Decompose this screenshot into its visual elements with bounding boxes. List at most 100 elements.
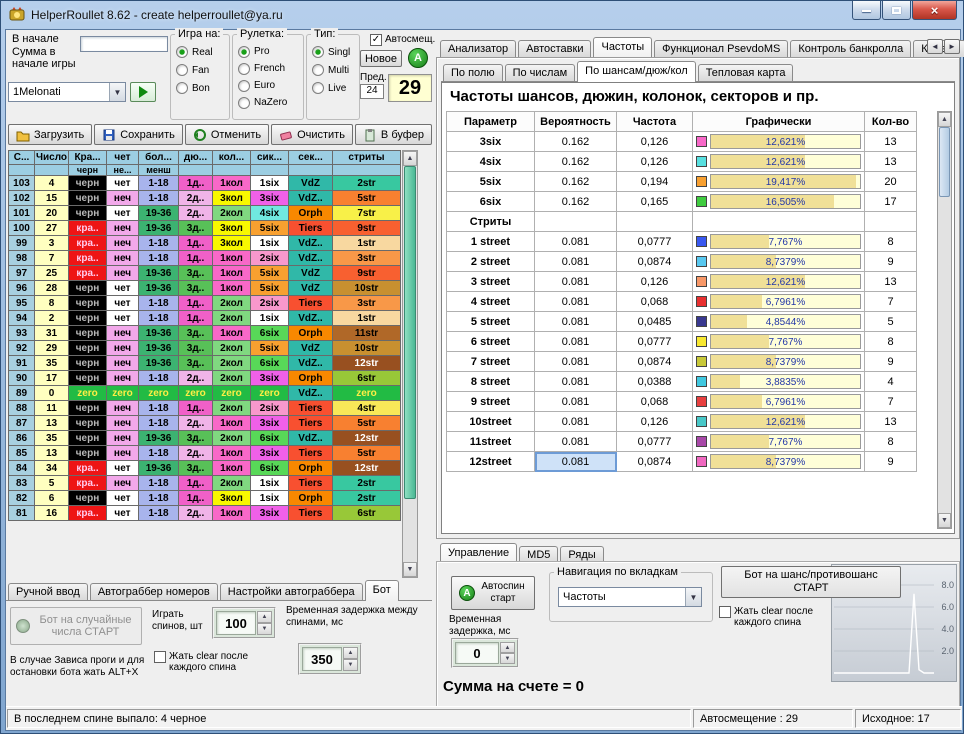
freq-prob-cell[interactable]: 0.081 (535, 352, 617, 372)
tab-контроль-банкролла[interactable]: Контроль банкролла (790, 40, 911, 57)
spins-cell: 25 (35, 266, 69, 281)
spins-cell: 1кол (213, 266, 251, 281)
scrollbar-track[interactable] (403, 166, 417, 562)
freq-prob-cell[interactable]: 0.162 (535, 172, 617, 192)
spins-row: 958чернчет1-181д..2кол2sixTiers3str (9, 296, 401, 311)
frequencies-scrollbar[interactable]: ▲ ▼ (937, 111, 952, 529)
minimize-button[interactable] (852, 1, 881, 20)
tab-тепловая-карта[interactable]: Тепловая карта (698, 64, 794, 81)
prev-value-box[interactable]: 24 (360, 84, 384, 99)
stepper-up-icon[interactable]: ▲ (257, 611, 272, 623)
clear-after-spin-checkbox[interactable]: Жать clear после каждого спина (719, 606, 849, 628)
undo-button[interactable]: Отменить (185, 124, 269, 145)
scroll-down-icon[interactable]: ▼ (938, 513, 951, 528)
close-button[interactable]: × (912, 1, 957, 20)
radio-french[interactable]: French (238, 60, 301, 77)
spins-cell: 19-36 (139, 356, 179, 371)
scrollbar-track[interactable] (938, 127, 951, 513)
clear-button[interactable]: Очистить (271, 124, 353, 145)
freq-empty-cell (535, 212, 617, 232)
radio-live[interactable]: Live (312, 79, 357, 97)
freq-prob-cell[interactable]: 0.162 (535, 132, 617, 152)
tab-ручной-ввод[interactable]: Ручной ввод (8, 583, 88, 600)
delay-value[interactable]: 0 (455, 642, 499, 664)
spins-cell: 2кол (213, 431, 251, 446)
save-button[interactable]: Сохранить (94, 124, 183, 145)
freq-prob-cell[interactable]: 0.081 (535, 392, 617, 412)
chevron-down-icon[interactable]: ▼ (685, 588, 701, 606)
clear-after-spin-checkbox[interactable]: Жать clear после каждого спина (154, 651, 280, 673)
copy-buffer-button[interactable]: В буфер (355, 124, 432, 145)
radio-bon[interactable]: Bon (176, 79, 227, 97)
radio-pro[interactable]: Pro (238, 43, 301, 60)
preset-combobox[interactable]: 1Melonati ▼ (8, 82, 126, 102)
tab-scroll-left-icon[interactable]: ◄ (927, 39, 943, 54)
freq-prob-cell[interactable]: 0.081 (535, 432, 617, 452)
spins-table-scrollbar[interactable]: ▲ ▼ (402, 150, 418, 578)
delay-stepper[interactable]: 0 ▲ ▼ (451, 638, 519, 668)
play-button[interactable] (130, 82, 156, 102)
stepper-up-icon[interactable]: ▲ (500, 642, 515, 653)
radio-multi[interactable]: Multi (312, 61, 357, 79)
frequencies-title: Частоты шансов, дюжин, колонок, секторов… (450, 88, 819, 105)
undo-label: Отменить (211, 129, 261, 141)
scroll-up-icon[interactable]: ▲ (403, 151, 417, 166)
autospin-start-button[interactable]: A Автоспин старт (451, 576, 535, 610)
freq-prob-cell[interactable]: 0.162 (535, 152, 617, 172)
freq-prob-cell[interactable]: 0.081 (535, 312, 617, 332)
freq-prob-cell[interactable]: 0.081 (535, 412, 617, 432)
load-button[interactable]: Загрузить (8, 124, 92, 145)
tab-автоставки[interactable]: Автоставки (518, 40, 591, 57)
tab-по-шансам-дюж-кол[interactable]: По шансам/дюж/кол (577, 61, 696, 82)
freq-row: 7 street0.0810,08748,7379%9 (447, 352, 917, 372)
freq-prob-cell[interactable]: 0.081 (535, 292, 617, 312)
tab-по-числам[interactable]: По числам (505, 64, 576, 81)
tab-по-полю[interactable]: По полю (443, 64, 503, 81)
radio-nazero[interactable]: NaZero (238, 94, 301, 111)
radio-euro[interactable]: Euro (238, 77, 301, 94)
freq-prob-cell[interactable]: 0.081 (535, 272, 617, 292)
freq-prob-cell[interactable]: 0.081 (535, 232, 617, 252)
stepper-down-icon[interactable]: ▼ (343, 659, 358, 671)
chance-bot-start-button[interactable]: Бот на шанс/противошанс СТАРТ (721, 566, 901, 598)
stepper-up-icon[interactable]: ▲ (343, 647, 358, 659)
spins-cell: 13 (35, 446, 69, 461)
scrollbar-thumb[interactable] (404, 166, 416, 499)
scrollbar-thumb[interactable] (939, 127, 950, 197)
color-chip-icon (696, 256, 707, 267)
spins-col-subheader (289, 165, 333, 176)
title-bar[interactable]: HelperRoullet 8.62 - create helperroulle… (1, 1, 963, 29)
spins-count-value[interactable]: 100 (216, 611, 256, 635)
autospin-label: Автоспин старт (479, 581, 527, 605)
freq-prob-cell[interactable]: 0.081 (535, 332, 617, 352)
spins-count-stepper[interactable]: 100 ▲ ▼ (212, 607, 276, 639)
tab-автограббер-номеров[interactable]: Автограббер номеров (90, 583, 218, 600)
tab-частоты[interactable]: Частоты (593, 37, 652, 58)
tab-navigation-combobox[interactable]: Частоты ▼ (558, 587, 702, 607)
new-button[interactable]: Новое (360, 50, 402, 67)
maximize-button[interactable] (882, 1, 911, 20)
spin-delay-value[interactable]: 350 (302, 647, 342, 671)
scroll-down-icon[interactable]: ▼ (403, 562, 417, 577)
radio-singl[interactable]: Singl (312, 43, 357, 61)
spins-cell: 100 (9, 221, 35, 236)
random-bot-start-button[interactable]: Бот на случайные числа СТАРТ (10, 607, 142, 645)
stepper-down-icon[interactable]: ▼ (257, 623, 272, 635)
spin-delay-stepper[interactable]: 350 ▲ ▼ (298, 643, 362, 675)
freq-prob-cell[interactable]: 0.081 (535, 452, 617, 472)
radio-real[interactable]: Real (176, 43, 227, 61)
freq-prob-cell[interactable]: 0.081 (535, 252, 617, 272)
start-sum-input[interactable] (80, 36, 168, 52)
tab-функционал-psevdoms[interactable]: Функционал PsevdoMS (654, 40, 788, 57)
tab-scroll-right-icon[interactable]: ► (944, 39, 960, 54)
freq-prob-cell[interactable]: 0.081 (535, 372, 617, 392)
tab-бот[interactable]: Бот (365, 580, 399, 601)
scroll-up-icon[interactable]: ▲ (938, 112, 951, 127)
radio-fan[interactable]: Fan (176, 61, 227, 79)
tab-анализатор[interactable]: Анализатор (440, 40, 516, 57)
freq-prob-cell[interactable]: 0.162 (535, 192, 617, 212)
autoshift-checkbox[interactable]: ✓ Автосмещ. (370, 34, 435, 46)
tab-настройки-автограббера[interactable]: Настройки автограббера (220, 583, 363, 600)
chevron-down-icon[interactable]: ▼ (109, 83, 125, 101)
stepper-down-icon[interactable]: ▼ (500, 653, 515, 664)
